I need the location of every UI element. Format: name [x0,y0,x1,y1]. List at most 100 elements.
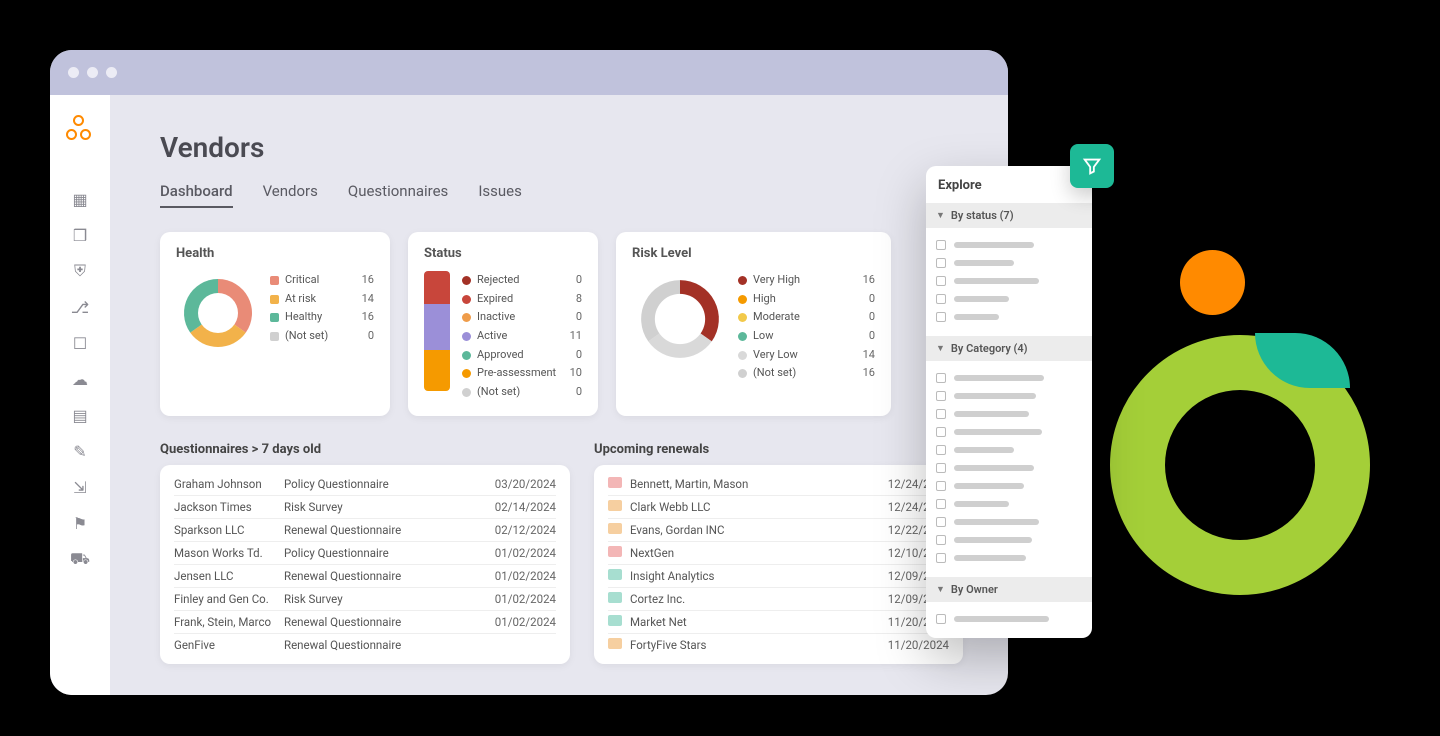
checkbox[interactable] [936,240,946,250]
checkbox[interactable] [936,276,946,286]
legend-item: Pre-assessment10 [462,364,582,383]
explore-item[interactable] [936,495,1082,513]
window-control-max[interactable] [106,67,117,78]
explore-item[interactable] [936,236,1082,254]
branch-icon[interactable]: ⎇ [62,289,98,325]
checkbox[interactable] [936,553,946,563]
document-icon[interactable]: ▤ [62,397,98,433]
explore-item[interactable] [936,549,1082,567]
risk-donut-chart [632,271,728,367]
legend-item: Healthy16 [270,308,374,327]
table-row[interactable]: Market Net11/20/2024 [608,611,949,634]
window-control-min[interactable] [87,67,98,78]
sidebar: ▦❒⛨⎇☐☁▤✎⇲⚑⛟ [50,95,110,695]
explore-item[interactable] [936,369,1082,387]
filter-button[interactable] [1070,144,1114,188]
checkbox[interactable] [936,463,946,473]
shield-icon[interactable]: ⛨ [62,253,98,289]
window-control-close[interactable] [68,67,79,78]
share-icon[interactable]: ⇲ [62,469,98,505]
status-title: Status [424,246,582,261]
checkbox[interactable] [936,535,946,545]
explore-item[interactable] [936,610,1082,628]
explore-item[interactable] [936,387,1082,405]
explore-panel: Explore ▼By status (7) ▼By Category (4) ▼B… [926,166,1092,638]
explore-item[interactable] [936,290,1082,308]
table-row[interactable]: FortyFive Stars11/20/2024 [608,634,949,656]
table-row[interactable]: Jackson TimesRisk Survey02/14/2024 [174,496,556,519]
legend-item: Low0 [738,327,875,346]
questionnaires-title: Questionnaires > 7 days old [160,442,570,457]
checkbox[interactable] [936,499,946,509]
checkbox[interactable] [936,614,946,624]
table-row[interactable]: Cortez Inc.12/09/2024 [608,588,949,611]
table-row[interactable]: Jensen LLCRenewal Questionnaire01/02/202… [174,565,556,588]
table-row[interactable]: Insight Analytics12/09/2024 [608,565,949,588]
health-donut-chart [176,271,260,355]
table-row[interactable]: GenFiveRenewal Questionnaire [174,634,556,656]
table-row[interactable]: Evans, Gordan INC12/22/2024 [608,519,949,542]
checkbox[interactable] [936,258,946,268]
table-row[interactable]: Bennett, Martin, Mason12/24/2024 [608,473,949,496]
flag-icon[interactable]: ⚑ [62,505,98,541]
explore-item[interactable] [936,531,1082,549]
legend-item: (Not set)0 [270,327,374,346]
clipboard-icon[interactable]: ✎ [62,433,98,469]
checkbox[interactable] [936,427,946,437]
table-row[interactable]: Graham JohnsonPolicy Questionnaire03/20/… [174,473,556,496]
legend-item: (Not set)16 [738,364,875,383]
table-row[interactable]: Clark Webb LLC12/24/2024 [608,496,949,519]
legend-item: Active11 [462,327,582,346]
explore-item[interactable] [936,308,1082,326]
legend-item: Rejected0 [462,271,582,290]
cloud-icon[interactable]: ☁ [62,361,98,397]
explore-title: Explore [926,166,1092,203]
explore-item[interactable] [936,254,1082,272]
chevron-down-icon: ▼ [936,210,945,221]
app-logo [66,115,94,143]
table-row[interactable]: Finley and Gen Co.Risk Survey01/02/2024 [174,588,556,611]
checkbox[interactable] [936,517,946,527]
legend-item: Approved0 [462,346,582,365]
legend-item: Inactive0 [462,308,582,327]
chevron-down-icon: ▼ [936,343,945,354]
tab-vendors[interactable]: Vendors [263,182,318,208]
health-card: Health Critical16At risk14Healthy16(Not … [160,232,390,416]
checkbox[interactable] [936,294,946,304]
bookmark-icon[interactable]: ☐ [62,325,98,361]
checkbox[interactable] [936,445,946,455]
tab-questionnaires[interactable]: Questionnaires [348,182,448,208]
legend-item: At risk14 [270,290,374,309]
explore-item[interactable] [936,513,1082,531]
questionnaires-block: Questionnaires > 7 days old Graham Johns… [160,436,570,664]
checkbox[interactable] [936,481,946,491]
explore-item[interactable] [936,405,1082,423]
table-row[interactable]: NextGen12/10/2024 [608,542,949,565]
table-row[interactable]: Mason Works Td.Policy Questionnaire01/02… [174,542,556,565]
explore-item[interactable] [936,441,1082,459]
explore-item[interactable] [936,423,1082,441]
legend-item: Very High16 [738,271,875,290]
tabs: Dashboard Vendors Questionnaires Issues [160,182,963,208]
renewals-title: Upcoming renewals [594,442,963,457]
checkbox[interactable] [936,409,946,419]
checkbox[interactable] [936,373,946,383]
cube-icon[interactable]: ❒ [62,217,98,253]
chevron-down-icon: ▼ [936,584,945,595]
legend-item: Expired8 [462,290,582,309]
checkbox[interactable] [936,391,946,401]
explore-item[interactable] [936,477,1082,495]
truck-icon[interactable]: ⛟ [62,541,98,577]
explore-section-head[interactable]: ▼By Owner [926,577,1092,602]
legend-item: Moderate0 [738,308,875,327]
explore-item[interactable] [936,459,1082,477]
tab-issues[interactable]: Issues [478,182,522,208]
table-row[interactable]: Sparkson LLCRenewal Questionnaire02/12/2… [174,519,556,542]
dashboard-icon[interactable]: ▦ [62,181,98,217]
checkbox[interactable] [936,312,946,322]
explore-section-head[interactable]: ▼By status (7) [926,203,1092,228]
tab-dashboard[interactable]: Dashboard [160,182,233,208]
table-row[interactable]: Frank, Stein, MarcoRenewal Questionnaire… [174,611,556,634]
explore-section-head[interactable]: ▼By Category (4) [926,336,1092,361]
explore-item[interactable] [936,272,1082,290]
